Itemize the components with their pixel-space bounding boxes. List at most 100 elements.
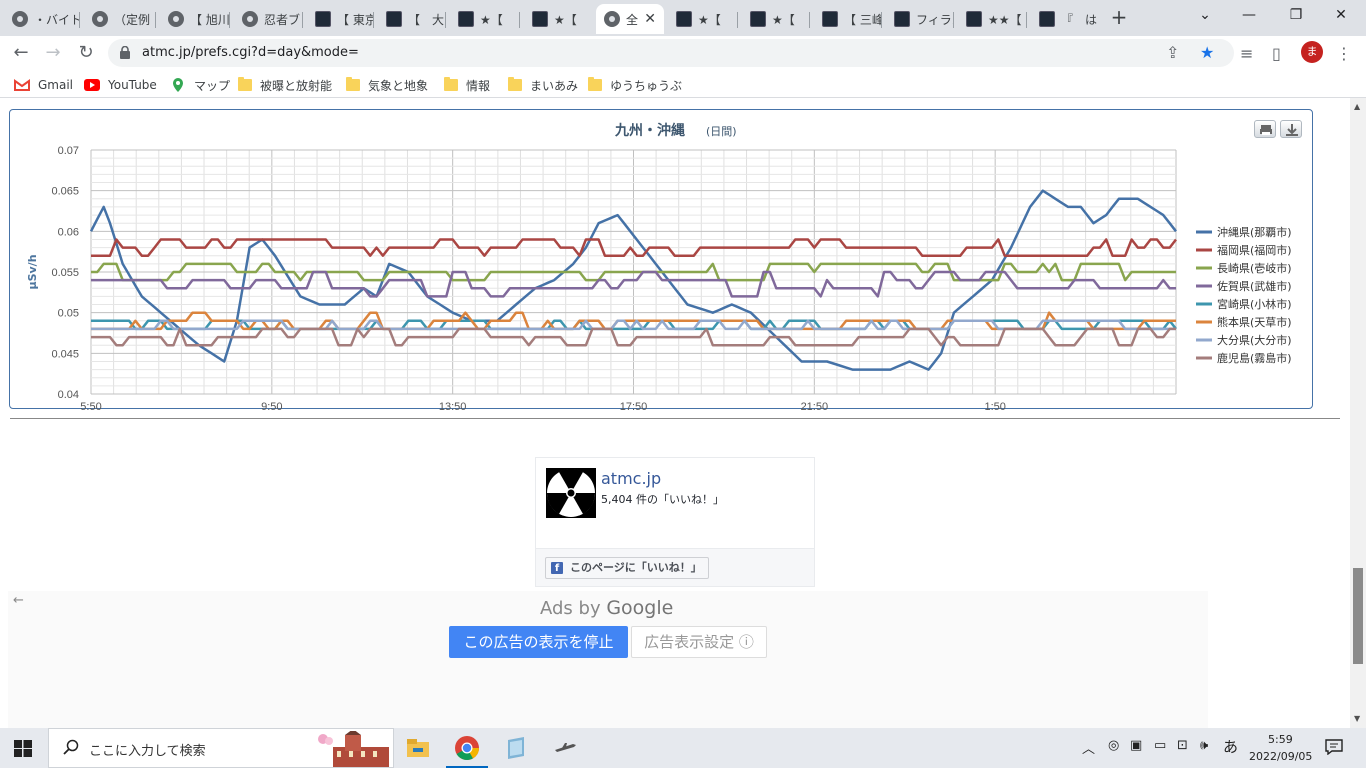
scroll-up-arrow-icon[interactable]: ▲ (1354, 102, 1360, 111)
print-chart-button[interactable] (1254, 120, 1276, 138)
ad-back-arrow-icon[interactable]: ← (13, 593, 24, 608)
show-hidden-icons-icon[interactable]: ︿ (1082, 738, 1095, 757)
search-icon (63, 739, 79, 755)
back-button[interactable]: ← (8, 40, 34, 66)
ime-indicator[interactable]: あ (1223, 736, 1238, 757)
tab-0[interactable]: ・バイト (4, 4, 80, 34)
scrollbar-thumb[interactable] (1353, 568, 1363, 664)
notification-center-icon[interactable] (1325, 739, 1343, 755)
tab-4[interactable]: 【 東京 (307, 4, 374, 34)
legend-item-5[interactable]: 熊本県(天草市) (1217, 315, 1292, 329)
meet-now-icon[interactable]: ◎ (1108, 738, 1119, 753)
bookmark-7[interactable]: ゆうちゅうぶ (588, 76, 682, 94)
forward-button[interactable]: → (40, 40, 66, 66)
tab-11[interactable]: 【 三峰 (814, 4, 882, 34)
vertical-scrollbar[interactable]: ▲ ▼ (1350, 98, 1366, 728)
tab-6[interactable]: ★【 (450, 4, 520, 34)
chrome-icon[interactable] (453, 734, 481, 762)
url-text[interactable]: atmc.jp/prefs.cgi?d=day&mode= (142, 45, 359, 60)
bookmark-4[interactable]: 気象と地象 (346, 76, 428, 94)
tab-label: ★【 (698, 12, 721, 27)
close-window-button[interactable]: ✕ (1326, 4, 1356, 26)
clock-date[interactable]: 2022/09/05 (1249, 750, 1312, 763)
tab-label: ・バイト (34, 12, 80, 27)
bookmark-2[interactable]: マップ (170, 76, 230, 94)
tab-14[interactable]: 『 は (1031, 4, 1100, 34)
tab-13[interactable]: ★★【 (958, 4, 1027, 34)
legend-item-4[interactable]: 宮崎県(小林市) (1217, 297, 1292, 311)
fb-page-name[interactable]: atmc.jp (601, 469, 661, 488)
tab-7[interactable]: ★【 (524, 4, 592, 34)
legend-item-3[interactable]: 佐賀県(武雄市) (1217, 279, 1292, 293)
bookmark-1[interactable]: YouTube (84, 76, 157, 94)
share-icon[interactable]: ⇪ (1166, 43, 1179, 62)
legend-item-7[interactable]: 鹿児島(霧島市) (1217, 351, 1292, 365)
bookmark-6[interactable]: まいあみ (508, 76, 578, 94)
bookmark-label: ゆうちゅうぶ (610, 78, 683, 93)
side-panel-icon[interactable]: ▯ (1272, 44, 1281, 63)
tab-label: 【 旭川 (190, 12, 230, 27)
site-icon (894, 11, 910, 27)
airplane-app-icon[interactable] (551, 734, 579, 762)
search-highlight-illustration-icon (318, 731, 389, 767)
media-control-icon[interactable]: ≡ (1240, 44, 1253, 63)
restore-button[interactable]: ❐ (1281, 4, 1311, 26)
search-placeholder: ここに入力して検索 (89, 744, 206, 759)
tab-2[interactable]: 【 旭川 (160, 4, 230, 34)
profile-avatar[interactable]: ま (1301, 41, 1323, 63)
notepad-app-icon[interactable] (502, 734, 530, 762)
legend-item-0[interactable]: 沖縄県(那覇市) (1217, 225, 1292, 239)
tab-label: ★【 (480, 12, 503, 27)
reload-button[interactable]: ↻ (73, 40, 99, 66)
close-tab-icon[interactable]: ✕ (644, 11, 656, 27)
gmail-icon (14, 79, 30, 91)
y-axis-label: µSv/h (26, 254, 39, 289)
legend-item-1[interactable]: 福岡県(福岡市) (1217, 243, 1292, 257)
windows-start-icon[interactable] (14, 740, 32, 757)
tab-1[interactable]: （定例 (84, 4, 156, 34)
tab-5[interactable]: 【 大 (378, 4, 446, 34)
tab-separator (155, 12, 156, 28)
tab-search-button[interactable]: ⌄ (1190, 4, 1220, 26)
tab-label: 【 大 (408, 12, 445, 27)
bookmark-label: まいあみ (530, 78, 579, 93)
volume-icon[interactable]: 🕪 (1200, 738, 1208, 753)
radiation-logo-icon[interactable] (545, 467, 597, 519)
tab-8[interactable]: 全 ✕ (596, 4, 664, 34)
ad-settings-button[interactable]: 広告表示設定 ⓘ (631, 626, 767, 658)
tab-label: ★【 (772, 12, 795, 27)
scroll-down-arrow-icon[interactable]: ▼ (1354, 714, 1360, 723)
ad-area: ← Ads by Google この広告の表示を停止 広告表示設定 ⓘ (8, 591, 1208, 728)
new-tab-button[interactable]: + (1108, 6, 1130, 28)
minimize-button[interactable]: — (1234, 4, 1264, 26)
menu-kebab-icon[interactable]: ⋮ (1336, 44, 1352, 63)
export-chart-button[interactable] (1280, 120, 1302, 138)
clock-time[interactable]: 5:59 (1268, 733, 1293, 746)
bookmark-star-icon[interactable]: ★ (1200, 43, 1214, 62)
tab-3[interactable]: 忍者ブ (234, 4, 303, 34)
tab-separator (809, 12, 810, 28)
tab-10[interactable]: ★【 (742, 4, 810, 34)
y-tick-label: 0.07 (58, 145, 79, 157)
taskbar-search-box[interactable]: ここに入力して検索 (48, 728, 394, 768)
network-adapter-icon[interactable]: ▣ (1130, 738, 1142, 753)
legend-item-6[interactable]: 大分県(大分市) (1217, 333, 1292, 347)
fb-action-bar: f このページに「いいね！」 (536, 548, 814, 586)
legend-item-2[interactable]: 長崎県(壱岐市) (1217, 261, 1292, 275)
file-explorer-icon[interactable] (404, 734, 432, 762)
fb-like-button[interactable]: f このページに「いいね！」 (545, 557, 709, 579)
wifi-status-icon[interactable]: ⊡ (1177, 738, 1188, 753)
bookmark-5[interactable]: 情報 (444, 76, 490, 94)
stop-ad-button[interactable]: この広告の表示を停止 (449, 626, 628, 658)
tab-9[interactable]: ★【 (668, 4, 738, 34)
bookmark-3[interactable]: 被曝と放射能 (238, 76, 332, 94)
folder-icon (508, 77, 522, 91)
lock-icon[interactable] (120, 46, 130, 59)
display-icon[interactable]: ▭ (1154, 738, 1166, 753)
x-tick-label: 5:50 (80, 401, 101, 410)
tab-separator (953, 12, 954, 28)
site-icon (966, 11, 982, 27)
bookmark-0[interactable]: Gmail (14, 76, 73, 94)
address-bar[interactable]: atmc.jp/prefs.cgi?d=day&mode= ⇪ ★ (108, 39, 1234, 67)
tab-12[interactable]: フィラメ (886, 4, 954, 34)
